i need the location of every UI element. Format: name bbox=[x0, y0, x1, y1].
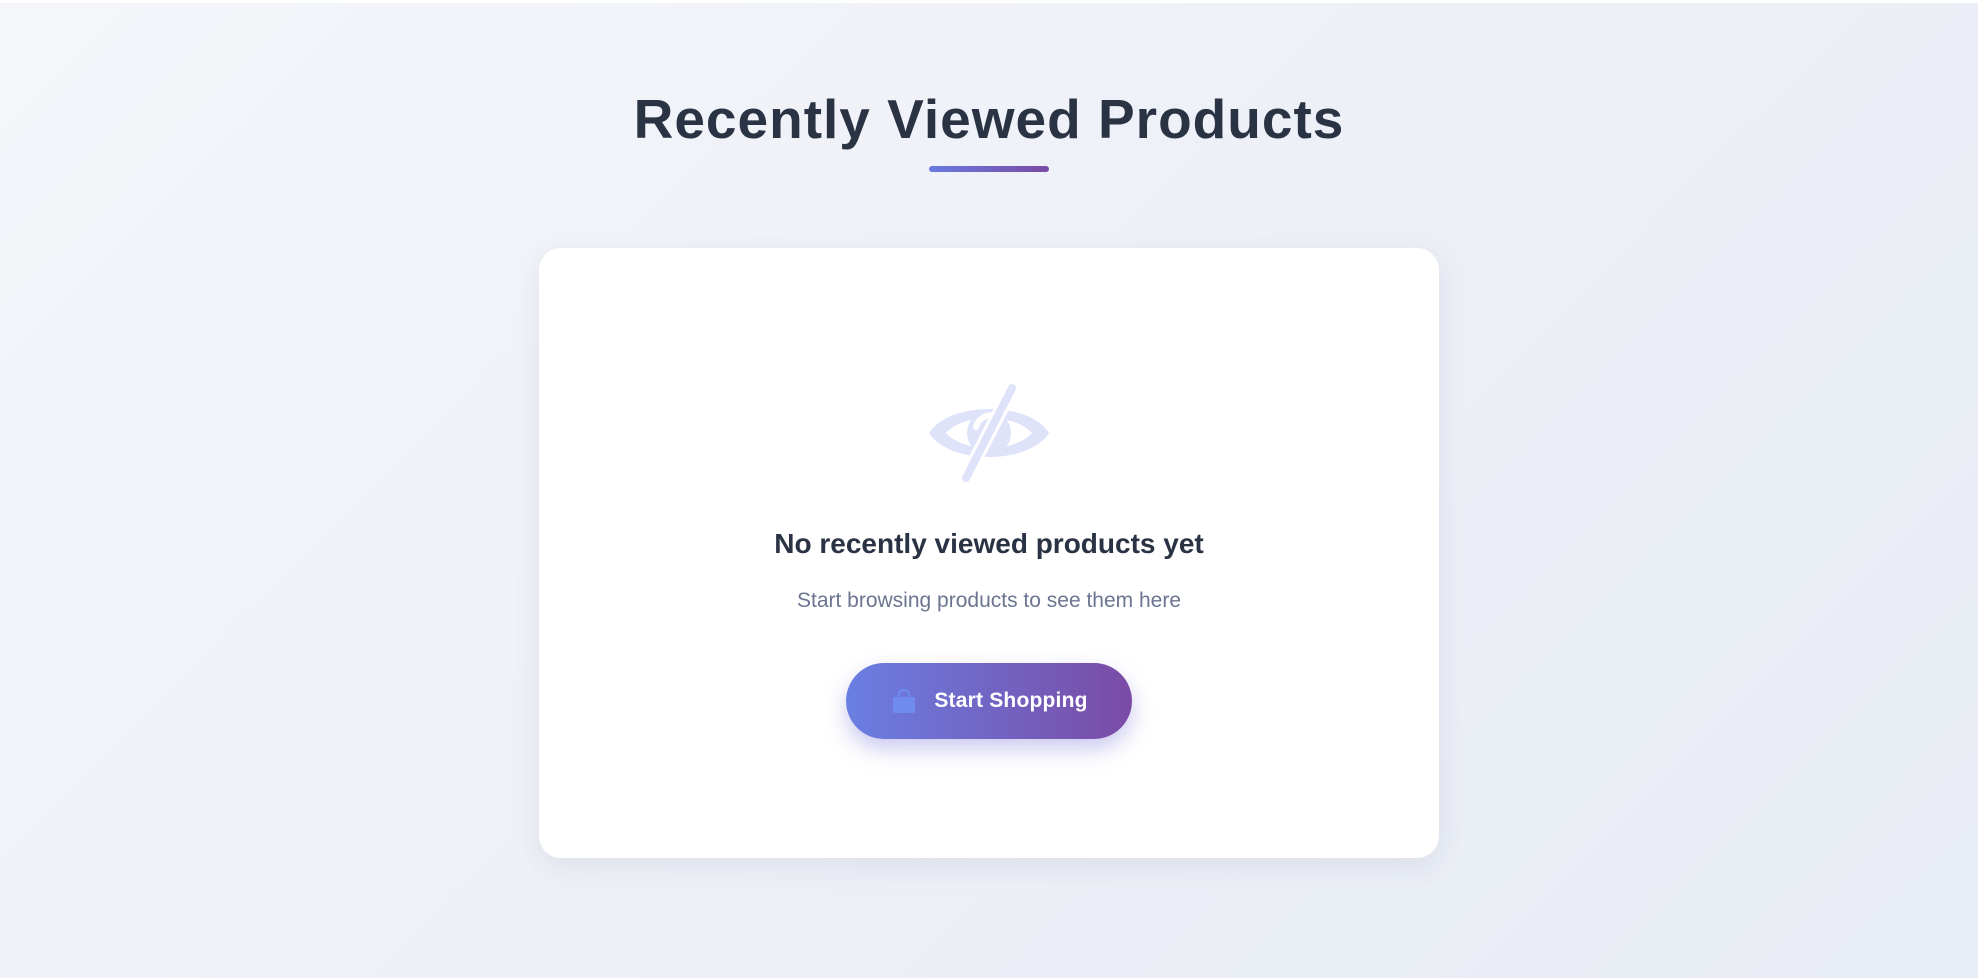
title-underline bbox=[929, 166, 1049, 172]
empty-state-card: No recently viewed products yet Start br… bbox=[539, 248, 1439, 858]
empty-state-subtitle: Start browsing products to see them here bbox=[796, 589, 1182, 612]
start-shopping-button[interactable]: Start Shopping bbox=[846, 663, 1132, 739]
top-edge bbox=[0, 0, 1978, 3]
eye-slash-icon bbox=[929, 383, 1049, 483]
start-shopping-label: Start Shopping bbox=[934, 689, 1088, 712]
page-title: Recently Viewed Products bbox=[633, 88, 1345, 150]
empty-state-title: No recently viewed products yet bbox=[774, 528, 1204, 559]
shopping-bag-icon bbox=[893, 688, 916, 713]
